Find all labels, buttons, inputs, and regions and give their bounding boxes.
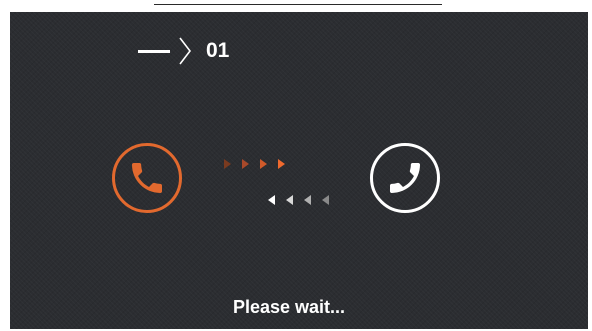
arrow-right-icon [224,159,231,169]
phone-handset-icon [132,163,162,193]
intercom-screen: 01 Please wait... [10,12,588,329]
arrow-right-icon [242,159,249,169]
arrow-left-icon [286,195,293,205]
unit-header: 01 [138,36,229,66]
arrow-left-icon [304,195,311,205]
remote-phone-indicator [370,143,440,213]
outgoing-call-arrows [224,159,296,169]
arrow-right-icon [278,159,285,169]
unit-number: 01 [206,39,230,62]
page: 01 Please wait... [0,0,592,331]
dash-icon [138,49,170,53]
local-phone-indicator [112,143,182,213]
phone-handset-icon [390,163,420,193]
chevron-right-icon [179,37,192,65]
incoming-call-arrows [268,195,340,205]
arrow-right-icon [260,159,267,169]
status-message: Please wait... [232,297,346,317]
arrow-left-icon [322,195,329,205]
arrow-left-icon [268,195,275,205]
top-divider [154,4,442,5]
